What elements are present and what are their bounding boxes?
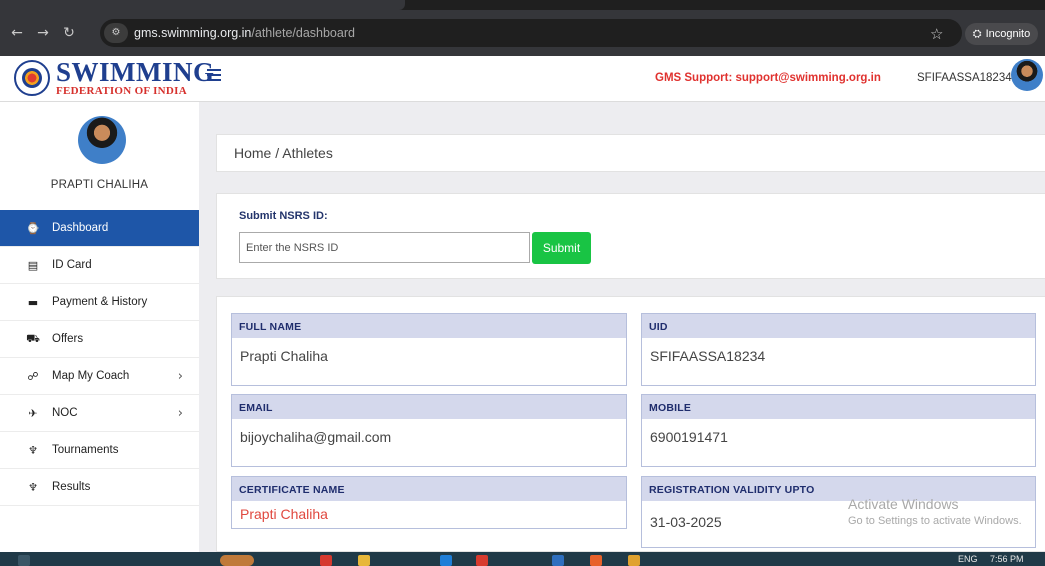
browser-tab[interactable]: [0, 0, 405, 10]
sidebar: PRAPTI CHALIHA ⌚ Dashboard ▤ ID Card ▬ Paymen…: [0, 102, 199, 552]
sidebar-item-tournaments[interactable]: ♆ Tournaments: [0, 432, 199, 469]
sidebar-item-label: Payment & History: [52, 296, 148, 308]
uid-field: UID SFIFAASSA18234: [641, 313, 1036, 386]
avatar[interactable]: [1011, 59, 1043, 91]
taskbar-edge-icon[interactable]: [440, 555, 452, 566]
address-bar[interactable]: ⚙ gms.swimming.org.in/athlete/dashboard: [100, 19, 962, 47]
certificate-name-label: CERTIFICATE NAME: [232, 477, 626, 501]
profile-name: PRAPTI CHALIHA: [50, 179, 149, 191]
nsrs-id-input[interactable]: [239, 232, 530, 263]
mobile-label: MOBILE: [642, 395, 1035, 419]
athlete-details-card: FULL NAME Prapti Chaliha UID SFIFAASSA18…: [216, 296, 1045, 552]
sidebar-item-dashboard[interactable]: ⌚ Dashboard: [0, 210, 199, 247]
support-text[interactable]: GMS Support: support@swimming.org.in: [655, 72, 881, 84]
sidebar-item-id-card[interactable]: ▤ ID Card: [0, 247, 199, 284]
sidebar-menu: ⌚ Dashboard ▤ ID Card ▬ Payment & History ⛟ Off…: [0, 210, 199, 506]
logo-title: SWIMMING: [56, 57, 215, 87]
back-icon[interactable]: ←: [4, 25, 30, 41]
mobile-field: MOBILE 6900191471: [641, 394, 1036, 467]
chevron-right-icon: ›: [177, 405, 183, 421]
taskbar-app-icon[interactable]: [476, 555, 488, 566]
credit-card-icon: ▬: [27, 295, 39, 309]
sidebar-item-results[interactable]: ♆ Results: [0, 469, 199, 506]
taskbar-word-icon[interactable]: [552, 555, 564, 566]
full-name-label: FULL NAME: [232, 314, 626, 338]
handshake-icon: ☍: [27, 369, 39, 383]
submit-button[interactable]: Submit: [532, 232, 591, 264]
sidebar-item-label: ID Card: [52, 259, 92, 271]
email-label: EMAIL: [232, 395, 626, 419]
certificate-name-field: CERTIFICATE NAME Prapti Chaliha: [231, 476, 627, 529]
nsrs-label: Submit NSRS ID:: [239, 210, 328, 222]
breadcrumb: Home / Athletes: [216, 134, 1045, 172]
profile-avatar: [78, 116, 126, 164]
email-field: EMAIL bijoychaliha@gmail.com: [231, 394, 627, 467]
certificate-name-value: Prapti Chaliha: [240, 506, 328, 522]
trophy-icon: ♆: [28, 480, 38, 494]
sidebar-item-offers[interactable]: ⛟ Offers: [0, 321, 199, 358]
plane-icon: ✈: [28, 406, 38, 420]
activate-windows-title: Activate Windows: [848, 496, 959, 512]
nsrs-form-card: Submit NSRS ID: Submit: [216, 193, 1045, 279]
language-indicator[interactable]: ENG: [958, 554, 978, 564]
uid-value: SFIFAASSA18234: [650, 348, 766, 364]
taskbar-firefox-icon[interactable]: [590, 555, 602, 566]
taskbar-notes-icon[interactable]: [628, 555, 640, 566]
sidebar-item-label: NOC: [52, 407, 78, 419]
sidebar-item-payment-history[interactable]: ▬ Payment & History: [0, 284, 199, 321]
sidebar-item-noc[interactable]: ✈ NOC ›: [0, 395, 199, 432]
browser-toolbar: ← → ↻ ⚙ gms.swimming.org.in/athlete/dash…: [0, 10, 1045, 56]
dashboard-icon: ⌚: [26, 221, 40, 235]
uid-label: UID: [642, 314, 1035, 338]
star-icon[interactable]: ☆: [930, 25, 943, 43]
sidebar-item-label: Dashboard: [52, 222, 109, 234]
taskbar-weather-icon[interactable]: [220, 555, 254, 566]
url-path: /athlete/dashboard: [251, 26, 355, 40]
sidebar-item-map-my-coach[interactable]: ☍ Map My Coach ›: [0, 358, 199, 395]
hamburger-menu-icon[interactable]: [207, 69, 221, 81]
registration-validity-label: REGISTRATION VALIDITY UPTO: [642, 477, 1035, 501]
start-icon[interactable]: [18, 555, 30, 566]
chevron-right-icon: ›: [177, 368, 183, 384]
clock-time[interactable]: 7:56 PM: [990, 554, 1024, 564]
forward-icon[interactable]: →: [30, 25, 56, 41]
url-domain: gms.swimming.org.in: [134, 26, 252, 40]
id-card-icon: ▤: [27, 258, 39, 272]
taskbar: ENG 7:56 PM: [0, 552, 1045, 566]
browser-tab-strip: [0, 0, 1045, 10]
sidebar-item-label: Map My Coach: [52, 370, 130, 382]
incognito-icon: ⛭: [972, 27, 982, 40]
activate-windows-subtitle: Go to Settings to activate Windows.: [848, 515, 1022, 527]
logo[interactable]: SWIMMING FEDERATION OF INDIA: [14, 59, 215, 97]
full-name-value: Prapti Chaliha: [240, 348, 328, 364]
taskbar-folder-icon[interactable]: [358, 555, 370, 566]
sidebar-item-label: Results: [52, 481, 91, 493]
header-user-id[interactable]: SFIFAASSA18234: [917, 72, 1012, 84]
site-info-icon[interactable]: ⚙: [104, 23, 128, 43]
cart-icon: ⛟: [26, 331, 40, 345]
breadcrumb-text[interactable]: Home / Athletes: [234, 145, 333, 161]
sidebar-profile: PRAPTI CHALIHA: [0, 102, 199, 210]
reload-icon[interactable]: ↻: [56, 25, 82, 41]
email-value: bijoychaliha@gmail.com: [240, 429, 392, 445]
sidebar-item-label: Tournaments: [52, 444, 119, 456]
incognito-label: Incognito: [985, 28, 1031, 40]
url-text[interactable]: gms.swimming.org.in/athlete/dashboard: [134, 26, 355, 40]
app-header: SWIMMING FEDERATION OF INDIA GMS Support…: [0, 56, 1045, 102]
full-name-field: FULL NAME Prapti Chaliha: [231, 313, 627, 386]
mobile-value: 6900191471: [650, 429, 728, 445]
federation-emblem-icon: [14, 60, 50, 96]
registration-validity-field: REGISTRATION VALIDITY UPTO 31-03-2025: [641, 476, 1036, 548]
sidebar-item-label: Offers: [52, 333, 84, 345]
trophy-icon: ♆: [28, 443, 38, 457]
incognito-badge[interactable]: ⛭ Incognito: [965, 23, 1038, 45]
taskbar-browser-icon[interactable]: [320, 555, 332, 566]
